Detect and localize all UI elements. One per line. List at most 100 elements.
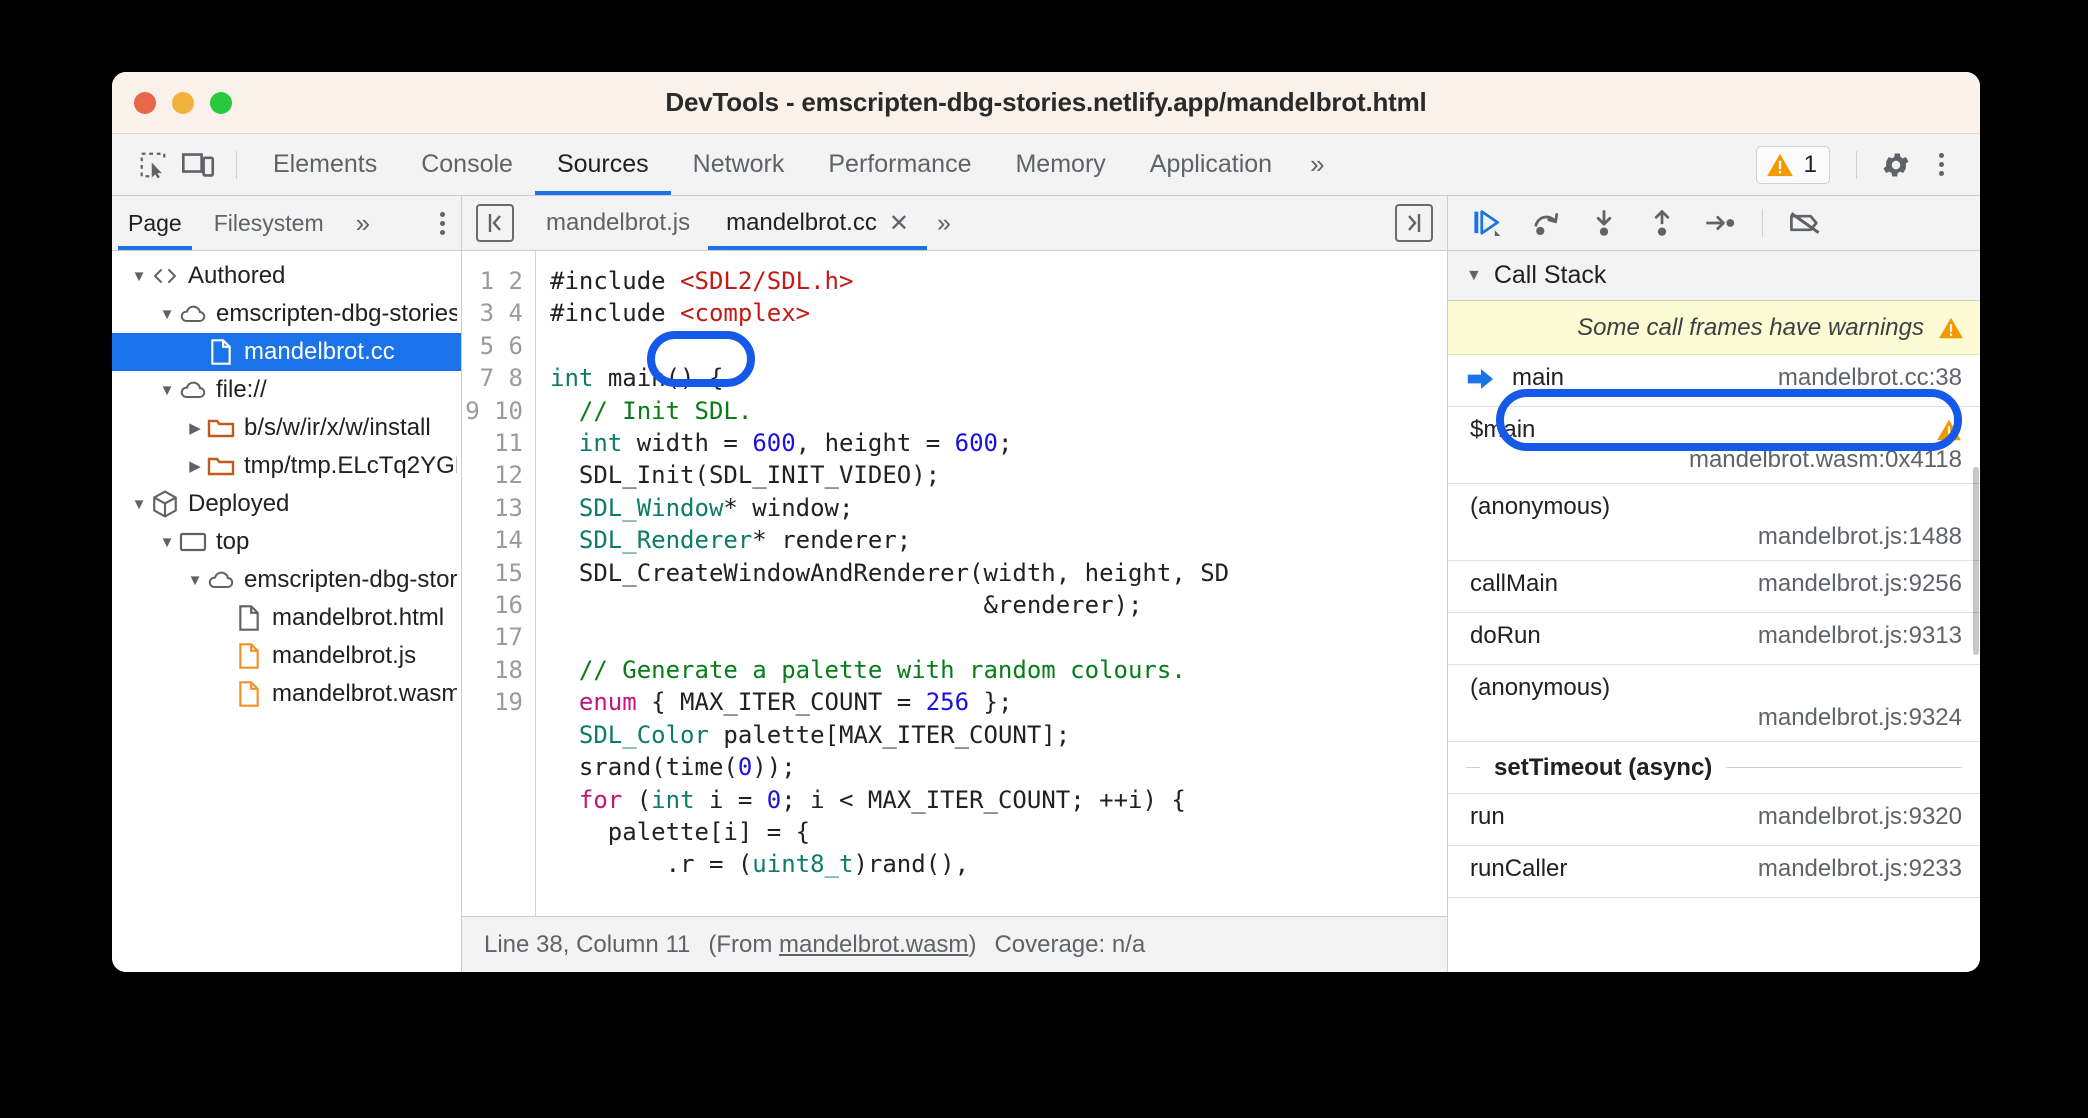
call-frame-anonymous-9324[interactable]: (anonymous) mandelbrot.js:9324 — [1448, 665, 1980, 742]
tree-item-emscripten-dbg-stories[interactable]: ▼ emscripten-dbg-stories — [112, 295, 461, 333]
async-divider-left — [1466, 767, 1480, 768]
tab-console[interactable]: Console — [399, 134, 535, 195]
window-title: DevTools - emscripten-dbg-stories.netlif… — [665, 87, 1427, 117]
more-editor-tabs-chevron-icon[interactable]: » — [927, 209, 957, 238]
navigator-kebab-menu-icon[interactable] — [440, 211, 461, 235]
kebab-menu-icon[interactable] — [1921, 153, 1962, 176]
step-icon[interactable] — [1694, 202, 1746, 244]
tree-item-mandelbrot-js[interactable]: mandelbrot.js — [112, 637, 461, 675]
twisty-down-icon[interactable]: ▼ — [156, 382, 178, 399]
source-code-text[interactable]: #include <SDL2/SDL.h> #include <complex>… — [536, 251, 1447, 916]
close-tab-icon[interactable]: ✕ — [889, 209, 909, 238]
step-out-of-current-function-icon[interactable] — [1636, 202, 1688, 244]
editor-tab-mandelbrot-js[interactable]: mandelbrot.js — [528, 196, 708, 250]
tree-item-mandelbrot-cc[interactable]: mandelbrot.cc — [112, 333, 461, 371]
cloud-icon — [178, 304, 208, 324]
debugger-toolbar-divider — [1762, 209, 1763, 237]
call-frame-dorun[interactable]: doRun mandelbrot.js:9313 — [1448, 613, 1980, 665]
folder-icon — [206, 417, 236, 439]
caret-down-icon[interactable]: ▼ — [1466, 267, 1482, 285]
call-stack-section-header[interactable]: ▼ Call Stack — [1448, 251, 1980, 301]
file-icon — [234, 643, 264, 669]
call-frame-name: runCaller — [1470, 855, 1568, 882]
editor-tab-bar: mandelbrot.js mandelbrot.cc ✕ » — [462, 196, 1447, 251]
tree-item-tmp-folder[interactable]: ▶ tmp/tmp.ELcTq2YGN — [112, 447, 461, 485]
file-icon — [234, 681, 264, 707]
tab-elements-label: Elements — [273, 150, 378, 178]
debugger-controls-toolbar — [1448, 196, 1980, 251]
twisty-down-icon[interactable]: ▼ — [184, 572, 206, 589]
tab-sources[interactable]: Sources — [534, 134, 671, 195]
tab-sources-label: Sources — [556, 150, 649, 178]
call-frame-dollar-main[interactable]: $main mandelbrot.wasm:0x4118 — [1448, 407, 1980, 484]
twisty-down-icon[interactable]: ▼ — [156, 534, 178, 551]
tree-item-label: mandelbrot.wasm — [272, 680, 457, 707]
warning-triangle-icon — [1939, 317, 1963, 338]
navigator-pane: Page Filesystem » ▼ Authored ▼ emscripte… — [112, 196, 462, 972]
tree-item-label: mandelbrot.cc — [244, 338, 395, 365]
resume-script-execution-icon[interactable] — [1462, 202, 1514, 244]
tab-console-label: Console — [421, 150, 513, 178]
expand-debugger-icon[interactable] — [1395, 204, 1433, 242]
more-panels-chevron-icon[interactable]: » — [1294, 149, 1336, 180]
code-editor[interactable]: 1 2 3 4 5 6 7 8 9 10 11 12 13 14 15 16 1… — [462, 251, 1447, 916]
cube-icon — [150, 490, 180, 518]
call-frame-location: mandelbrot.js:9320 — [1757, 803, 1962, 830]
deactivate-breakpoints-icon[interactable] — [1779, 202, 1831, 244]
tree-item-deployed-emscripten[interactable]: ▼ emscripten-dbg-stor — [112, 561, 461, 599]
code-brackets-icon — [150, 266, 180, 286]
nav-tab-page[interactable]: Page — [112, 196, 198, 250]
device-toolbar-icon[interactable] — [176, 143, 222, 187]
tab-elements[interactable]: Elements — [251, 134, 399, 195]
gear-icon[interactable] — [1873, 143, 1919, 187]
call-frame-async-separator: setTimeout (async) — [1448, 742, 1980, 794]
tree-item-label: top — [216, 528, 250, 555]
screenshot-stage: DevTools - emscripten-dbg-stories.netlif… — [0, 0, 2088, 1118]
source-origin-suffix: ) — [968, 930, 977, 958]
tree-item-label: mandelbrot.html — [272, 604, 445, 631]
tree-item-label: b/s/w/ir/x/w/install — [244, 414, 431, 441]
call-frame-runcaller[interactable]: runCaller mandelbrot.js:9233 — [1448, 846, 1980, 898]
line-number-gutter: 1 2 3 4 5 6 7 8 9 10 11 12 13 14 15 16 1… — [462, 251, 536, 916]
tree-item-top-frame[interactable]: ▼ top — [112, 523, 461, 561]
warning-count-badge[interactable]: 1 — [1755, 145, 1830, 184]
twisty-down-icon[interactable]: ▼ — [128, 268, 150, 285]
twisty-down-icon[interactable]: ▼ — [128, 496, 150, 513]
debugger-scrollbar[interactable] — [1972, 251, 1980, 972]
step-into-next-function-call-icon[interactable] — [1578, 202, 1630, 244]
call-frame-callmain[interactable]: callMain mandelbrot.js:9256 — [1448, 561, 1980, 613]
editor-tab-mandelbrot-cc[interactable]: mandelbrot.cc ✕ — [708, 196, 927, 250]
tab-application[interactable]: Application — [1128, 134, 1294, 195]
twisty-right-icon[interactable]: ▶ — [184, 419, 206, 437]
editor-pane: mandelbrot.js mandelbrot.cc ✕ » 1 2 3 4 … — [462, 196, 1448, 972]
tree-item-mandelbrot-wasm[interactable]: mandelbrot.wasm — [112, 675, 461, 713]
debugger-sidebar: ▼ Call Stack Some call frames have warni… — [1448, 196, 1980, 972]
inspect-element-icon[interactable] — [130, 143, 176, 187]
call-frame-name: callMain — [1470, 570, 1559, 597]
twisty-down-icon[interactable]: ▼ — [156, 306, 178, 323]
tree-item-authored[interactable]: ▼ Authored — [112, 257, 461, 295]
navigator-tab-list: Page Filesystem » — [112, 196, 461, 251]
call-frame-main[interactable]: main mandelbrot.cc:38 — [1448, 355, 1980, 407]
navigator-more-chevron-icon[interactable]: » — [340, 208, 382, 239]
call-frame-run[interactable]: run mandelbrot.js:9320 — [1448, 794, 1980, 846]
file-icon — [234, 605, 264, 631]
tree-item-install-folder[interactable]: ▶ b/s/w/ir/x/w/install — [112, 409, 461, 447]
tree-item-mandelbrot-html[interactable]: mandelbrot.html — [112, 599, 461, 637]
source-origin-link[interactable]: mandelbrot.wasm — [779, 931, 968, 958]
panel-tab-list: Elements Console Sources Network Perform… — [251, 134, 1337, 195]
step-over-next-function-call-icon[interactable] — [1520, 202, 1572, 244]
collapse-navigator-icon[interactable] — [476, 204, 514, 242]
nav-tab-filesystem[interactable]: Filesystem — [198, 196, 340, 250]
tab-performance[interactable]: Performance — [806, 134, 993, 195]
twisty-right-icon[interactable]: ▶ — [184, 457, 206, 475]
warning-count-label: 1 — [1803, 150, 1817, 178]
tab-memory[interactable]: Memory — [993, 134, 1127, 195]
editor-tab-label: mandelbrot.js — [546, 209, 691, 236]
tree-item-deployed[interactable]: ▼ Deployed — [112, 485, 461, 523]
debugger-sections[interactable]: ▼ Call Stack Some call frames have warni… — [1448, 251, 1980, 972]
call-frame-anonymous-1488[interactable]: (anonymous) mandelbrot.js:1488 — [1448, 484, 1980, 561]
tree-item-file-protocol[interactable]: ▼ file:// — [112, 371, 461, 409]
call-frame-location: mandelbrot.js:9233 — [1757, 855, 1962, 882]
tab-network[interactable]: Network — [671, 134, 807, 195]
